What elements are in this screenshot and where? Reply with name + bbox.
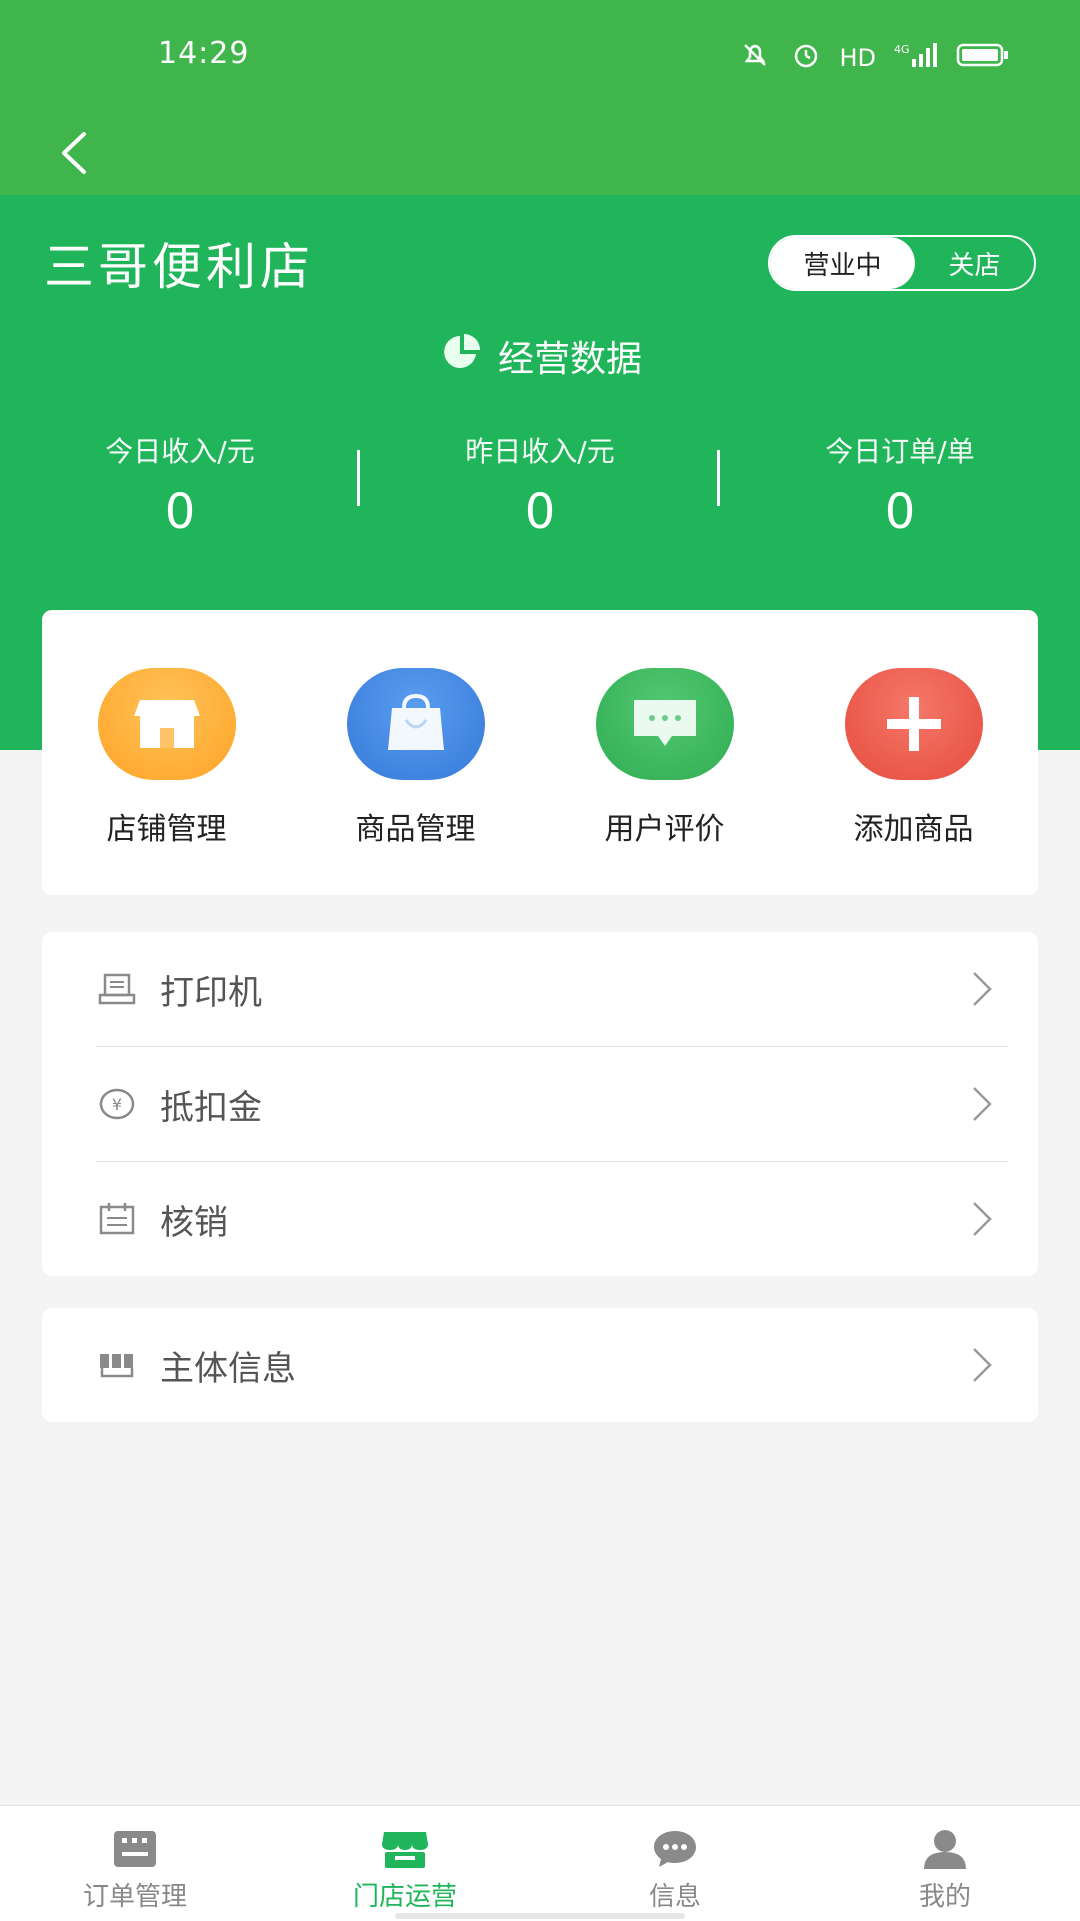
svg-text:¥: ¥ bbox=[112, 1095, 122, 1114]
business-data-label: 经营数据 bbox=[497, 339, 642, 380]
tab-messages[interactable]: 信息 bbox=[540, 1806, 810, 1921]
quick-label: 添加商品 bbox=[853, 812, 974, 847]
entity-info-card: 主体信息 bbox=[42, 1308, 1038, 1422]
network-label: HD bbox=[839, 44, 876, 72]
stats-row: 今日收入/元 0 昨日收入/元 0 今日订单/单 0 bbox=[0, 430, 1080, 570]
tab-label: 信息 bbox=[648, 1882, 701, 1912]
tab-label: 我的 bbox=[918, 1882, 971, 1912]
printer-icon bbox=[98, 970, 136, 1008]
stat-label: 今日收入/元 bbox=[105, 435, 255, 468]
message-icon bbox=[654, 1831, 696, 1867]
chevron-right-icon bbox=[970, 970, 994, 1012]
settings-menu-card: 打印机 ¥ 抵扣金 核销 bbox=[42, 932, 1038, 1276]
quick-store-management[interactable]: 店铺管理 bbox=[57, 668, 277, 848]
battery-icon bbox=[956, 42, 1010, 74]
quick-actions-card: 店铺管理 商品管理 用户评价 添加商品 bbox=[42, 610, 1038, 895]
status-time: 14:29 bbox=[158, 36, 250, 71]
menu-item-label: 抵扣金 bbox=[160, 1087, 262, 1128]
toggle-closed-option[interactable]: 关店 bbox=[915, 245, 1034, 282]
stat-label: 今日订单/单 bbox=[825, 435, 975, 468]
menu-item-entity-info[interactable]: 主体信息 bbox=[42, 1308, 1038, 1422]
status-bar: 14:29 HD 4G bbox=[0, 0, 1080, 115]
menu-item-deduction[interactable]: ¥ 抵扣金 bbox=[42, 1047, 1038, 1161]
store-icon bbox=[97, 668, 236, 780]
nav-bar bbox=[0, 115, 1080, 195]
stat-value: 0 bbox=[884, 484, 916, 540]
store-icon bbox=[382, 1832, 428, 1868]
mute-icon bbox=[737, 41, 773, 75]
chat-bubble-icon bbox=[595, 668, 734, 780]
stat-value: 0 bbox=[164, 484, 196, 540]
business-status-toggle[interactable]: 营业中 关店 bbox=[768, 235, 1036, 291]
quick-label: 商品管理 bbox=[355, 812, 476, 847]
signal-icon: 4G bbox=[894, 41, 938, 75]
plus-icon bbox=[844, 668, 983, 780]
orders-icon bbox=[114, 1831, 156, 1867]
store-name: 三哥便利店 bbox=[44, 238, 314, 296]
menu-item-printer[interactable]: 打印机 bbox=[42, 932, 1038, 1046]
stat-today-income: 今日收入/元 0 bbox=[0, 430, 360, 570]
menu-item-label: 主体信息 bbox=[160, 1348, 296, 1389]
quick-product-management[interactable]: 商品管理 bbox=[306, 668, 526, 848]
stat-yesterday-income: 昨日收入/元 0 bbox=[360, 430, 720, 570]
quick-user-reviews[interactable]: 用户评价 bbox=[555, 668, 775, 848]
stat-today-orders: 今日订单/单 0 bbox=[720, 430, 1080, 570]
yuan-coin-icon: ¥ bbox=[98, 1085, 136, 1123]
business-data-title[interactable]: 经营数据 bbox=[0, 330, 1080, 382]
menu-item-verification[interactable]: 核销 bbox=[42, 1162, 1038, 1276]
shopping-bag-icon bbox=[346, 668, 485, 780]
back-button[interactable] bbox=[44, 123, 104, 183]
quick-label: 用户评价 bbox=[604, 812, 725, 847]
tab-order-management[interactable]: 订单管理 bbox=[0, 1806, 270, 1921]
bottom-tab-bar: 订单管理 门店运营 信息 我的 bbox=[0, 1805, 1080, 1921]
tab-store-operations[interactable]: 门店运营 bbox=[270, 1806, 540, 1921]
quick-label: 店铺管理 bbox=[106, 812, 227, 847]
toggle-open-option[interactable]: 营业中 bbox=[770, 237, 915, 289]
home-indicator[interactable] bbox=[395, 1913, 685, 1919]
chevron-right-icon bbox=[970, 1200, 994, 1242]
pie-chart-icon bbox=[438, 332, 484, 381]
menu-item-label: 打印机 bbox=[160, 972, 262, 1013]
chevron-right-icon bbox=[970, 1085, 994, 1127]
stat-value: 0 bbox=[524, 484, 556, 540]
calendar-icon bbox=[98, 1200, 136, 1238]
status-icons: HD 4G bbox=[737, 40, 1010, 76]
chevron-left-icon bbox=[62, 132, 86, 174]
user-icon bbox=[924, 1830, 966, 1869]
quick-add-product[interactable]: 添加商品 bbox=[804, 668, 1024, 848]
tab-label: 订单管理 bbox=[82, 1882, 187, 1912]
menu-item-label: 核销 bbox=[160, 1202, 228, 1243]
tab-label: 门店运营 bbox=[352, 1882, 457, 1912]
svg-text:4G: 4G bbox=[894, 43, 910, 56]
store-front-icon bbox=[98, 1346, 136, 1384]
stat-label: 昨日收入/元 bbox=[465, 435, 615, 468]
chevron-right-icon bbox=[970, 1346, 994, 1388]
alarm-icon bbox=[791, 40, 821, 76]
tab-my-profile[interactable]: 我的 bbox=[810, 1806, 1080, 1921]
